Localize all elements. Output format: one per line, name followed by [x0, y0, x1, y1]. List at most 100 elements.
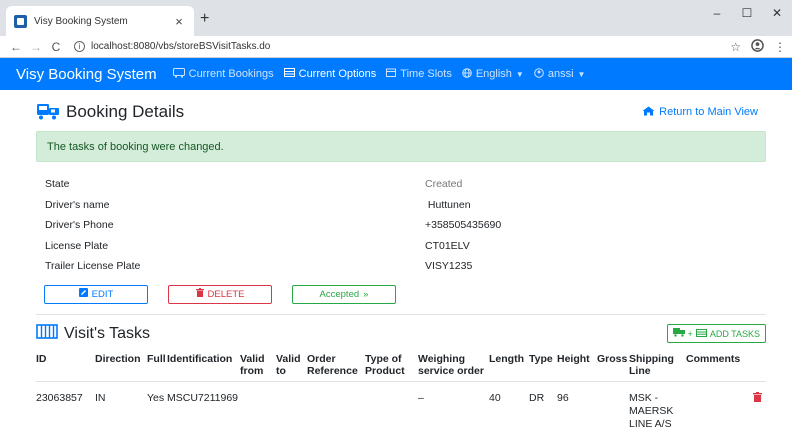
accepted-label: Accepted — [319, 288, 360, 300]
trash-icon — [195, 288, 204, 300]
edit-button[interactable]: EDIT — [44, 284, 148, 304]
back-icon[interactable]: ← — [6, 40, 26, 54]
detail-label: Driver's Phone — [45, 219, 114, 232]
table-header-row: ID Direction Full Identification Valid f… — [36, 351, 766, 382]
cell-full: Yes — [147, 380, 167, 431]
cell-type-of-product — [365, 380, 418, 431]
home-icon — [642, 106, 655, 119]
nav-label: Time Slots — [400, 68, 452, 80]
cell-type: DR — [529, 380, 557, 431]
cell-height: 96 — [557, 380, 597, 431]
column-header: Type — [529, 352, 553, 365]
page-title: Booking Details — [66, 102, 185, 121]
nav-label: English — [475, 68, 512, 80]
detail-label: Trailer License Plate — [45, 260, 141, 273]
url-field[interactable]: i localhost:8080/vbs/storeBSVisitTasks.d… — [74, 41, 730, 52]
column-header: Comments — [686, 352, 741, 365]
detail-value: +358505435690 — [425, 219, 502, 232]
nav-current-options[interactable]: Current Options — [283, 68, 377, 80]
window-controls: – ☐ ✕ — [702, 6, 792, 20]
delete-button[interactable]: DELETE — [168, 284, 272, 304]
double-chevron-right-icon: » — [363, 288, 369, 300]
detail-value: VISY1235 — [425, 260, 473, 273]
cell-gross — [597, 380, 629, 431]
detail-value: CT01ELV — [425, 239, 470, 252]
brand-title[interactable]: Visy Booking System — [16, 66, 157, 83]
column-header: Gross — [597, 352, 628, 365]
booking-header: Booking Details Return to Main View — [36, 97, 766, 127]
address-bar: ← → C i localhost:8080/vbs/storeBSVisitT… — [0, 36, 792, 58]
add-tasks-button[interactable]: + ADD TASKS — [666, 324, 766, 343]
cell-valid-to — [276, 380, 307, 431]
nav-time-slots[interactable]: Time Slots — [386, 68, 452, 80]
cell-valid-from — [240, 380, 276, 431]
list-icon — [695, 328, 707, 339]
accepted-button[interactable]: Accepted » — [292, 284, 396, 304]
site-info-icon[interactable]: i — [74, 41, 85, 52]
nav-label: Current Options — [298, 68, 377, 80]
bookmark-star-icon[interactable]: ☆ — [730, 40, 741, 54]
column-header: Valid to — [276, 352, 301, 377]
nav-label: Current Bookings — [188, 68, 274, 80]
chevron-down-icon: ▼ — [577, 69, 586, 79]
tab-close-icon[interactable]: × — [172, 14, 186, 29]
pencil-icon — [78, 288, 88, 300]
edit-label: EDIT — [91, 288, 114, 300]
main-content: Booking Details Return to Main View The … — [36, 97, 766, 431]
column-header: Height — [557, 352, 590, 365]
cell-weighing: – — [418, 380, 489, 431]
reload-icon[interactable]: C — [46, 40, 66, 54]
nav-current-bookings[interactable]: Current Bookings — [172, 67, 274, 81]
globe-icon — [462, 67, 472, 81]
browser-tab-strip: Visy Booking System × + – ☐ ✕ — [0, 0, 792, 36]
cell-comments — [686, 380, 766, 431]
add-tasks-label: ADD TASKS — [709, 328, 760, 339]
detail-row-driver-name: Driver's name Huttunen — [36, 195, 766, 216]
booking-details-list: State Created Driver's name Huttunen Dri… — [36, 174, 766, 277]
column-header: Shipping Line — [629, 352, 674, 377]
nav-user-dropdown[interactable]: anssi ▼ — [534, 67, 586, 81]
column-header: Direction — [95, 352, 141, 365]
delete-task-trash-icon[interactable] — [753, 391, 762, 405]
table-columns-icon — [36, 323, 58, 344]
new-tab-button[interactable]: + — [200, 10, 209, 28]
app-navbar: Visy Booking System Current Bookings Cur… — [0, 58, 792, 90]
detail-row-license-plate: License Plate CT01ELV — [36, 236, 766, 257]
detail-label: Driver's name — [45, 198, 110, 211]
minimize-icon[interactable]: – — [702, 6, 732, 20]
detail-label: State — [45, 178, 70, 191]
tasks-table: ID Direction Full Identification Valid f… — [36, 351, 766, 431]
column-header: Identification — [167, 352, 233, 365]
browser-menu-icon[interactable]: ⋮ — [774, 40, 786, 54]
profile-icon[interactable] — [751, 38, 764, 55]
cell-order-reference — [307, 380, 365, 431]
section-divider — [36, 313, 766, 315]
delete-label: DELETE — [207, 288, 245, 300]
return-to-main-link[interactable]: Return to Main View — [642, 106, 758, 119]
cell-length: 40 — [489, 380, 529, 431]
bus-icon — [172, 67, 185, 81]
close-window-icon[interactable]: ✕ — [762, 6, 792, 20]
list-icon — [283, 68, 295, 80]
column-header: ID — [36, 352, 47, 365]
plus-icon: + — [687, 328, 693, 339]
nav-label: anssi — [547, 68, 574, 80]
cell-shipping-line: MSK - MAERSK LINE A/S — [629, 380, 686, 431]
detail-row-state: State Created — [36, 174, 766, 195]
detail-row-trailer-plate: Trailer License Plate VISY1235 — [36, 256, 766, 277]
forward-icon[interactable]: → — [26, 40, 46, 54]
nav-language-dropdown[interactable]: English ▼ — [462, 67, 524, 81]
cell-direction: IN — [95, 380, 147, 431]
detail-value: Created — [425, 178, 463, 191]
browser-tab[interactable]: Visy Booking System × — [6, 6, 194, 36]
column-header: Order Reference — [307, 352, 358, 377]
column-header: Length — [489, 352, 524, 365]
bus-truck-icon — [36, 103, 60, 121]
table-row: 23063857 IN Yes MSCU7211969 – 40 DR 96 M… — [36, 380, 766, 431]
maximize-icon[interactable]: ☐ — [732, 6, 762, 20]
url-text: localhost:8080/vbs/storeBSVisitTasks.do — [91, 41, 271, 52]
calendar-icon — [386, 68, 397, 80]
truck-icon — [672, 328, 685, 339]
cell-id: 23063857 — [36, 380, 95, 431]
tab-title: Visy Booking System — [34, 15, 128, 27]
